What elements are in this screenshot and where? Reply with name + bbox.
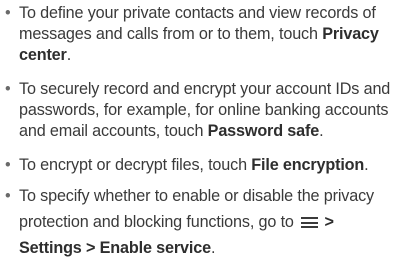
list-item-text-before: To encrypt or decrypt files, touch bbox=[19, 156, 252, 174]
list-item-text: To define your private contacts and view… bbox=[19, 3, 398, 66]
list-item-text-before: To securely record and encrypt your acco… bbox=[19, 80, 391, 140]
list-item-text-after: . bbox=[66, 46, 72, 64]
document-page: • To define your private contacts and vi… bbox=[0, 0, 400, 257]
list-item-text: To securely record and encrypt your acco… bbox=[19, 79, 398, 142]
bullet-marker: • bbox=[5, 156, 11, 174]
list-item-text: To encrypt or decrypt files, touch File … bbox=[19, 155, 398, 176]
password-safe-term: Password safe bbox=[207, 122, 320, 140]
bullet-marker: • bbox=[5, 4, 11, 22]
bullet-marker: • bbox=[5, 187, 11, 205]
list-item-text: To specify whether to enable or disable … bbox=[19, 183, 398, 261]
list-item-text-after: . bbox=[210, 239, 216, 257]
bullet-marker: • bbox=[5, 80, 11, 98]
list-item-text-after: . bbox=[319, 122, 324, 140]
menu-icon bbox=[301, 217, 319, 228]
file-encryption-term: File encryption bbox=[251, 156, 365, 174]
list-item-text-before: To specify whether to enable or disable … bbox=[19, 187, 374, 231]
list-item-text-after: . bbox=[364, 156, 369, 174]
